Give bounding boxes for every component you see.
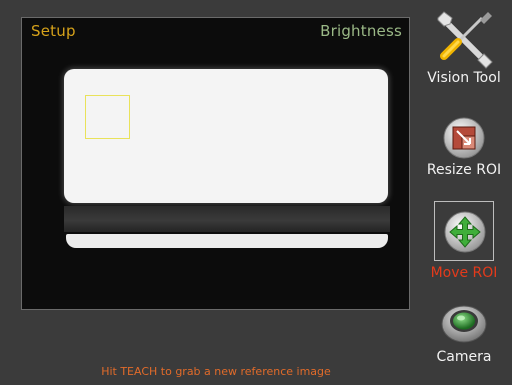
mode-label: Setup bbox=[31, 22, 76, 40]
camera-lens-icon bbox=[441, 305, 487, 343]
resize-roi-label: Resize ROI bbox=[426, 162, 502, 178]
camera-view[interactable]: Setup Brightness bbox=[21, 17, 410, 310]
card-bottom-edge bbox=[66, 234, 388, 248]
move-roi-label: Move ROI bbox=[430, 265, 498, 281]
move-arrows-icon bbox=[444, 211, 486, 253]
move-roi-button[interactable]: Move ROI bbox=[416, 200, 512, 286]
vision-tool-label: Vision Tool bbox=[427, 70, 501, 86]
card-magnetic-stripe bbox=[64, 206, 390, 232]
resize-roi-icon bbox=[443, 117, 485, 159]
move-roi-selection-frame bbox=[434, 201, 494, 261]
vision-tool-button[interactable]: Vision Tool bbox=[416, 4, 512, 108]
camera-button[interactable]: Camera bbox=[416, 297, 512, 383]
status-message: Hit TEACH to grab a new reference image bbox=[101, 365, 331, 378]
camera-label: Camera bbox=[436, 349, 492, 365]
roi-box[interactable] bbox=[85, 95, 130, 139]
resize-roi-button[interactable]: Resize ROI bbox=[416, 116, 512, 196]
tool-label: Brightness bbox=[320, 22, 402, 40]
app-frame: Setup Brightness Hit TEACH to grab a new… bbox=[0, 0, 512, 385]
wrench-screwdriver-icon bbox=[437, 11, 493, 69]
